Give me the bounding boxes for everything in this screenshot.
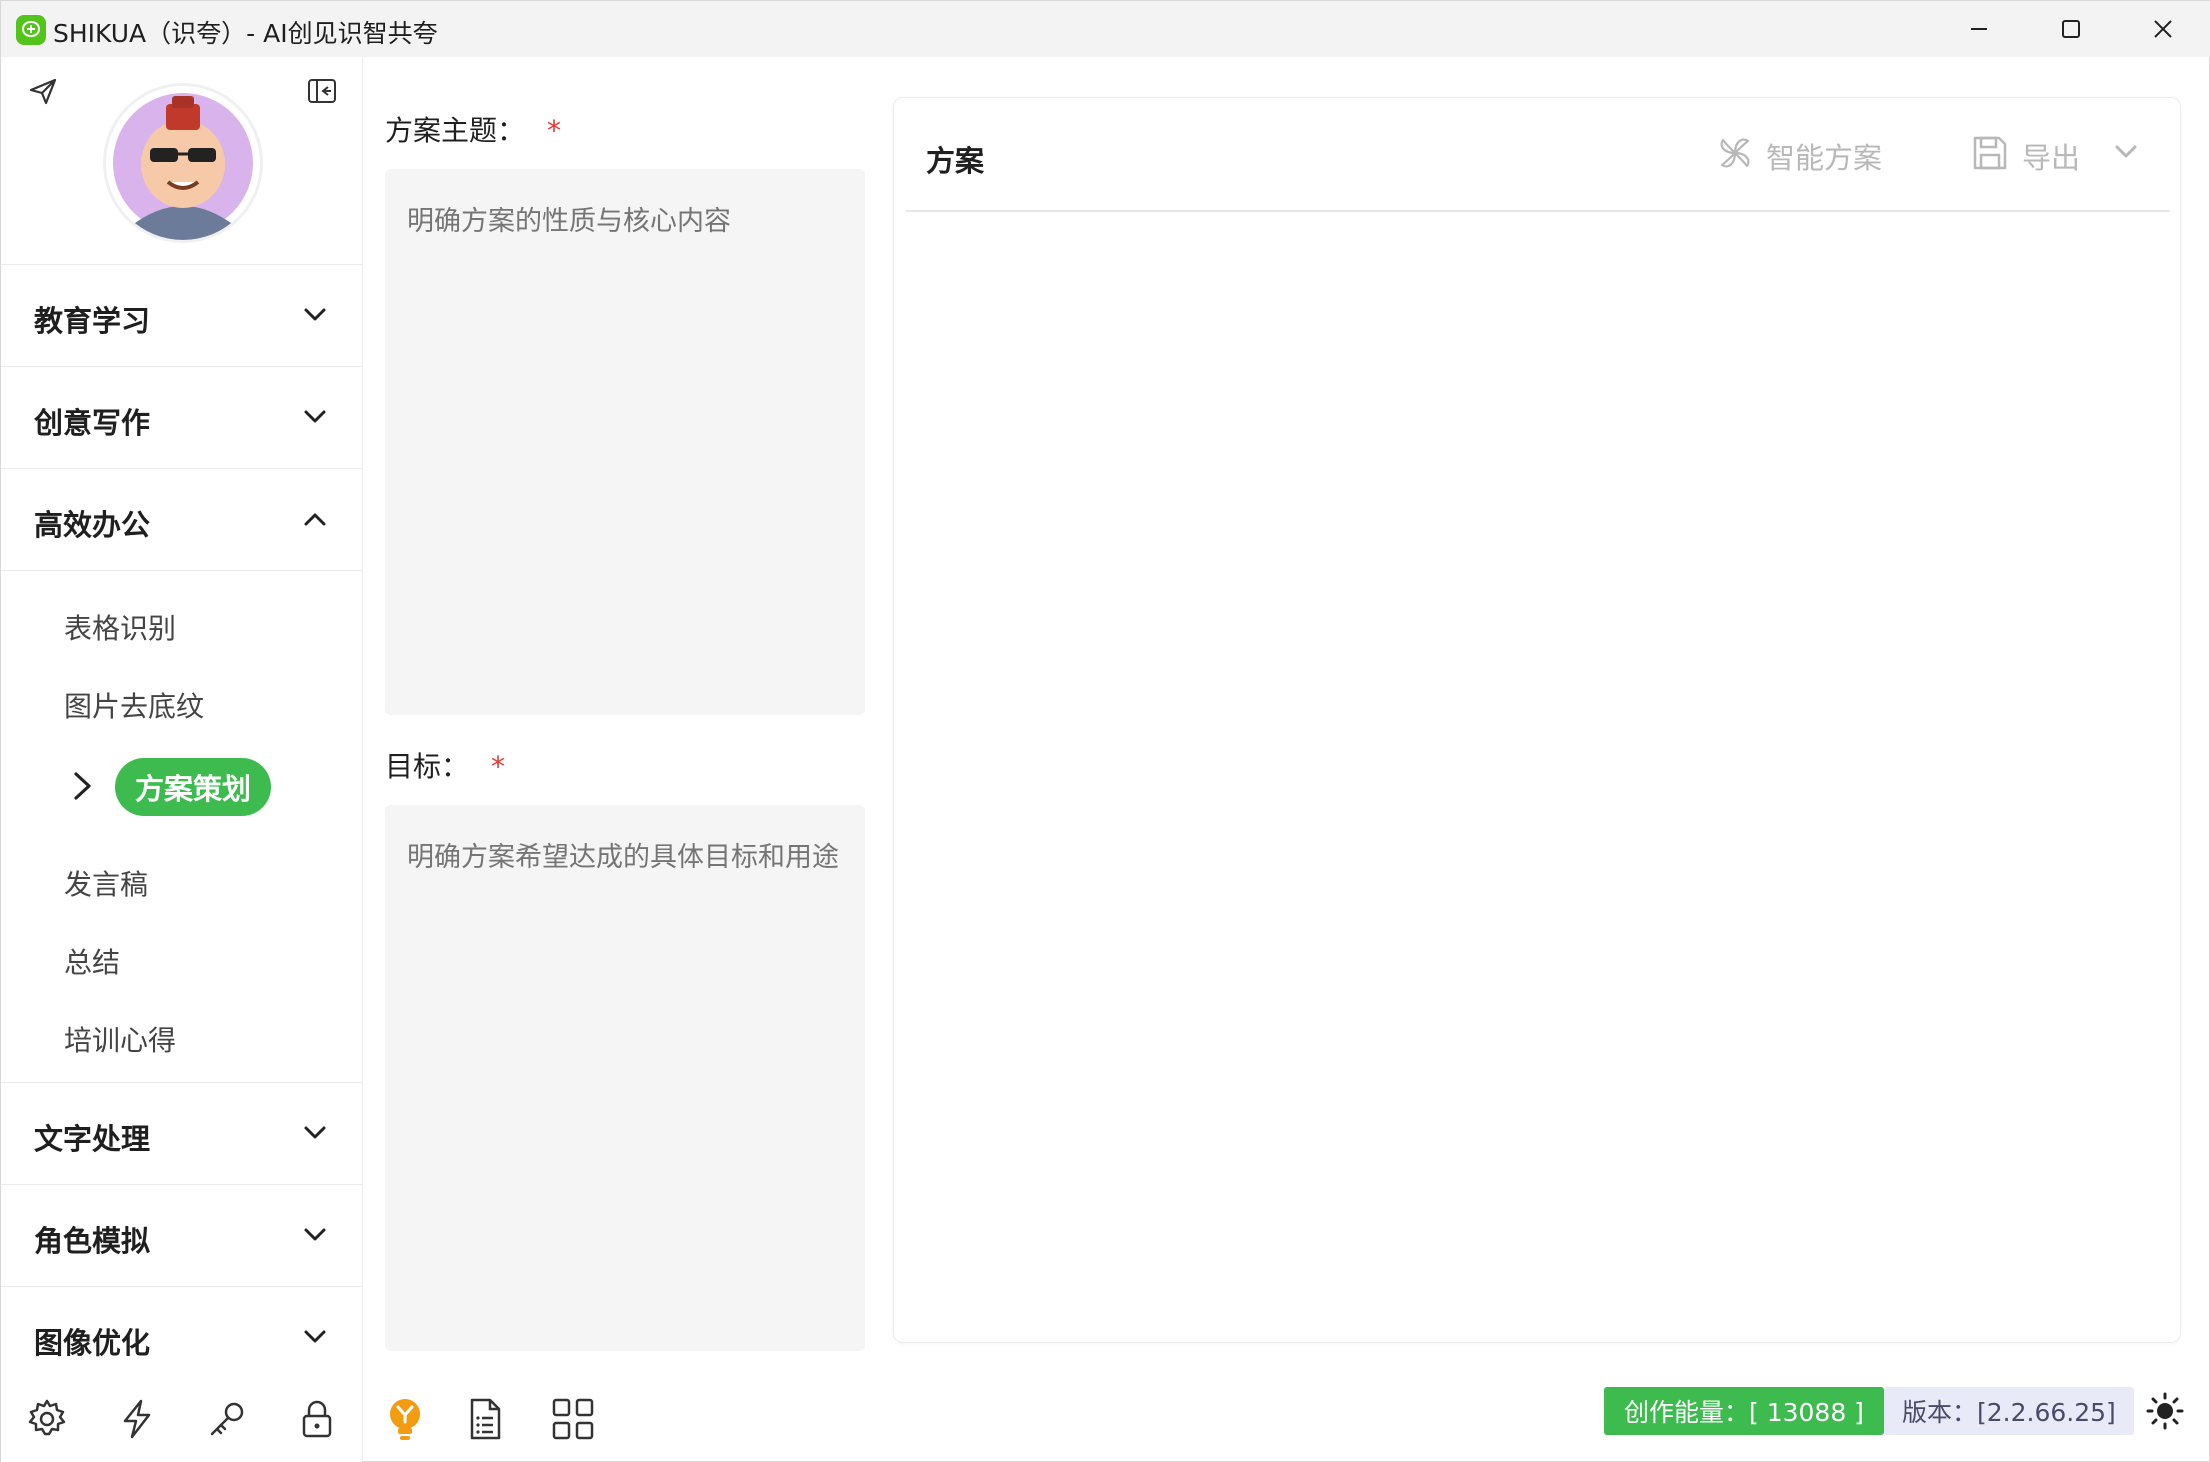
window-title: SHIKUA（识夸）- AI创见识智共夸 xyxy=(53,19,438,48)
menu-group-label: 图像优化 xyxy=(34,1326,151,1360)
goal-label-text: 目标： xyxy=(385,750,470,783)
form-column: 方案主题： * 目标： * xyxy=(363,57,883,1462)
goal-input[interactable] xyxy=(385,805,865,1351)
required-mark: * xyxy=(491,750,506,783)
sidebar-item-speech[interactable]: 发言稿 xyxy=(64,863,148,903)
lightbulb-icon[interactable] xyxy=(381,1395,429,1443)
sidebar-header xyxy=(1,57,362,265)
menu-group-role-play[interactable]: 角色模拟 xyxy=(1,1185,362,1287)
sidebar-item-image-dewatermark[interactable]: 图片去底纹 xyxy=(64,685,204,725)
chevron-right-icon xyxy=(71,769,95,807)
menu-group-label: 高效办公 xyxy=(34,508,151,542)
topic-label-text: 方案主题： xyxy=(385,114,526,147)
form-toolbar xyxy=(363,1373,883,1462)
title-bar: SHIKUA（识夸）- AI创见识智共夸 xyxy=(1,1,2210,57)
submenu-office: 表格识别 图片去底纹 方案策划 发言稿 总结 培训心得 xyxy=(1,571,362,1083)
grid-icon[interactable] xyxy=(549,1395,597,1443)
export-dropdown-chevron-icon[interactable] xyxy=(2112,138,2140,170)
menu-group-education[interactable]: 教育学习 xyxy=(1,265,362,367)
menu-group-label: 角色模拟 xyxy=(34,1224,151,1258)
panel-divider xyxy=(906,210,2170,212)
menu-group-label: 创意写作 xyxy=(34,406,151,440)
sidebar-item-summary[interactable]: 总结 xyxy=(64,941,120,981)
smart-plan-label: 智能方案 xyxy=(1766,141,1883,175)
menu-group-label: 文字处理 xyxy=(34,1122,151,1156)
chevron-down-icon xyxy=(301,403,329,435)
gear-icon[interactable] xyxy=(23,1395,71,1443)
sidebar: 教育学习 创意写作 高效办公 表格识别 图片去底纹 方案策划 发言稿 总结 培训… xyxy=(1,57,363,1462)
export-button[interactable]: 导出 xyxy=(1970,132,2080,180)
sidebar-item-plan-active[interactable]: 方案策划 xyxy=(115,758,272,816)
avatar[interactable] xyxy=(103,83,263,243)
send-icon[interactable] xyxy=(27,75,59,111)
sidebar-item-training-notes[interactable]: 培训心得 xyxy=(64,1019,176,1059)
minimize-button[interactable] xyxy=(1933,1,2025,57)
pinwheel-icon xyxy=(1714,132,1756,181)
topic-input[interactable] xyxy=(385,169,865,715)
sidebar-item-table-recognition[interactable]: 表格识别 xyxy=(64,607,176,647)
smart-plan-button[interactable]: 智能方案 xyxy=(1714,132,1882,180)
app-window: SHIKUA（识夸）- AI创见识智共夸 教育学习 创意写作 高效办公 表格识别… xyxy=(0,0,2210,1462)
sidebar-collapse-icon[interactable] xyxy=(307,77,337,109)
lock-icon[interactable] xyxy=(293,1395,341,1443)
goal-label: 目标： * xyxy=(385,745,505,785)
document-icon[interactable] xyxy=(461,1395,509,1443)
save-icon xyxy=(1970,133,2010,180)
chevron-down-icon xyxy=(301,1323,329,1355)
chevron-down-icon xyxy=(301,1119,329,1151)
menu-group-creative-writing[interactable]: 创意写作 xyxy=(1,367,362,469)
app-logo-icon xyxy=(16,15,46,45)
chevron-up-icon xyxy=(301,505,329,537)
export-label: 导出 xyxy=(2022,141,2081,175)
energy-badge: 创作能量：[ 13088 ] xyxy=(1604,1387,1884,1435)
topic-label: 方案主题： * xyxy=(385,109,561,149)
maximize-button[interactable] xyxy=(2025,1,2117,57)
key-icon[interactable] xyxy=(203,1395,251,1443)
sun-icon[interactable] xyxy=(2143,1389,2187,1433)
chevron-down-icon xyxy=(301,1221,329,1253)
panel-title: 方案 xyxy=(926,144,985,178)
lightning-icon[interactable] xyxy=(113,1395,161,1443)
sidebar-footer xyxy=(1,1373,363,1462)
output-panel: 方案 智能方案 导出 xyxy=(893,97,2181,1343)
version-badge: 版本：[2.2.66.25] xyxy=(1884,1387,2134,1435)
menu-group-office[interactable]: 高效办公 xyxy=(1,469,362,571)
menu-group-text-processing[interactable]: 文字处理 xyxy=(1,1083,362,1185)
chevron-down-icon xyxy=(301,301,329,333)
required-mark: * xyxy=(547,114,562,147)
close-button[interactable] xyxy=(2117,1,2209,57)
menu-group-label: 教育学习 xyxy=(34,304,151,338)
